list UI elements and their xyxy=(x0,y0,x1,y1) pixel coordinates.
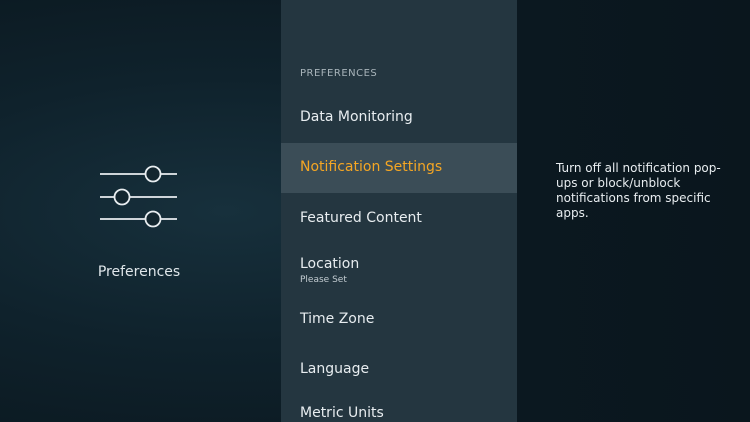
category-panel: Preferences xyxy=(0,0,281,422)
settings-screen: Preferences PREFERENCES Data Monitoring … xyxy=(0,0,750,422)
sliders-icon xyxy=(100,165,177,228)
menu-item-notification-settings[interactable]: Notification Settings xyxy=(281,143,517,193)
menu-item-label: Data Monitoring xyxy=(300,109,413,125)
menu-item-language[interactable]: Language xyxy=(281,345,517,395)
menu-item-data-monitoring[interactable]: Data Monitoring xyxy=(281,93,517,143)
menu-header: PREFERENCES xyxy=(300,68,378,79)
menu-item-time-zone[interactable]: Time Zone xyxy=(281,295,517,345)
description-panel: Turn off all notification pop-ups or blo… xyxy=(517,0,750,422)
setting-description: Turn off all notification pop-ups or blo… xyxy=(556,161,721,220)
menu-item-label: Featured Content xyxy=(300,210,422,226)
category-label: Preferences xyxy=(97,264,181,280)
menu-item-label: Language xyxy=(300,361,370,377)
menu-item-label: Notification Settings xyxy=(300,159,443,175)
menu-item-sublabel: Please Set xyxy=(300,275,347,285)
menu-item-label: Time Zone xyxy=(300,311,375,327)
menu-item-featured-content[interactable]: Featured Content xyxy=(281,194,517,244)
menu-item-location[interactable]: Location Please Set xyxy=(281,244,517,294)
menu-item-label: Location xyxy=(300,256,360,272)
settings-menu: PREFERENCES Data Monitoring Notification… xyxy=(281,0,517,422)
menu-item-metric-units[interactable]: Metric Units xyxy=(281,389,517,422)
menu-item-label: Metric Units xyxy=(300,405,384,421)
